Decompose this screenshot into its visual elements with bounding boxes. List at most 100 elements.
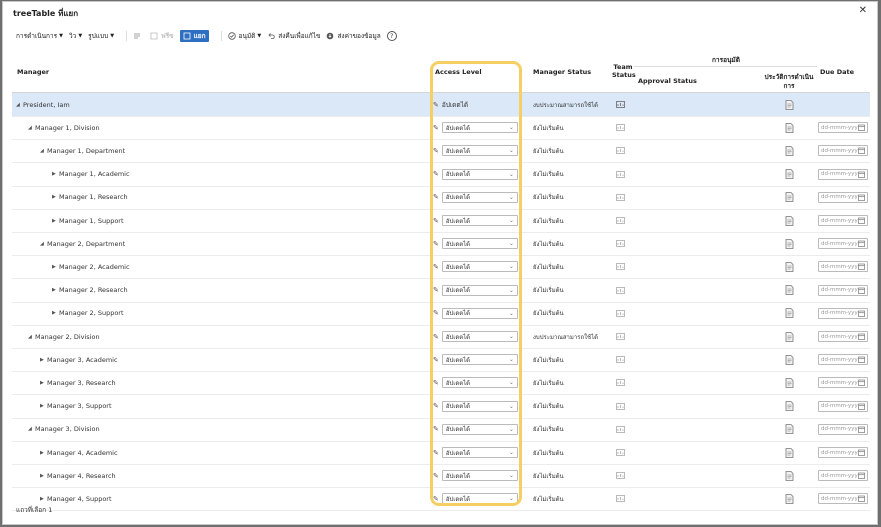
format-menu[interactable]: รูปแบบ ▼ bbox=[88, 31, 114, 41]
history-document-icon[interactable] bbox=[785, 447, 794, 458]
expand-triangle-icon[interactable]: ▶ bbox=[40, 357, 47, 363]
team-status-icon[interactable] bbox=[616, 425, 625, 433]
history-document-icon[interactable] bbox=[785, 470, 794, 481]
approve-menu[interactable]: อนุมัติ ▼ bbox=[227, 31, 261, 41]
table-row[interactable]: ▶ Manager 3, Support ✎ อัปเดตได้ ⌄ ยังไม่เริ่… bbox=[12, 395, 870, 419]
history-document-icon[interactable] bbox=[785, 401, 794, 411]
access-level-select[interactable]: อัปเดตได้ ⌄ bbox=[441, 470, 518, 482]
due-date-input[interactable]: dd-mmm-yyy bbox=[818, 400, 868, 412]
due-date-input[interactable]: dd-mmm-yyy bbox=[818, 447, 868, 458]
table-row[interactable]: ▶ Manager 3, Academic ✎ อัปเดตได้ ⌄ ยังไม่เริ… bbox=[12, 348, 870, 373]
access-level-select[interactable]: อัปเดตได้ ⌄ bbox=[441, 423, 518, 435]
table-row[interactable]: ◢ Manager 1, Department ✎ อัปเดตได้ ⌄ ยังไม่เ… bbox=[12, 139, 870, 164]
table-row[interactable]: ◢ Manager 2, Department ✎ อัปเดตได้ ⌄ ยังไม่เ… bbox=[12, 232, 870, 257]
history-document-icon[interactable] bbox=[785, 192, 794, 203]
due-date-input[interactable]: dd-mmm-yyy bbox=[818, 307, 868, 319]
calendar-icon[interactable] bbox=[858, 240, 865, 248]
due-date-input[interactable]: dd-mmm-yyy bbox=[818, 122, 868, 134]
due-date-input[interactable]: dd-mmm-yyy bbox=[818, 331, 868, 342]
team-status-icon[interactable] bbox=[616, 217, 625, 224]
collapse-triangle-icon[interactable]: ◢ bbox=[28, 334, 35, 340]
send-data-button[interactable]: ส่งค่าของข้อมูล bbox=[326, 31, 381, 41]
team-status-icon[interactable] bbox=[616, 333, 625, 340]
team-status-icon[interactable] bbox=[616, 240, 625, 248]
access-level-select[interactable]: อัปเดตได้ ⌄ bbox=[441, 238, 518, 250]
expand-triangle-icon[interactable]: ▶ bbox=[40, 450, 47, 456]
column-header-team-status[interactable]: Team Status bbox=[612, 63, 636, 79]
access-level-select[interactable]: อัปเดตได้ ⌄ bbox=[441, 191, 518, 203]
table-row[interactable]: ▶ Manager 4, Research ✎ อัปเดตได้ ⌄ ยังไม่เริ… bbox=[12, 464, 870, 489]
table-row[interactable]: ▶ Manager 1, Research ✎ อัปเดตได้ ⌄ ยังไม่เริ… bbox=[12, 186, 870, 210]
detach-button[interactable]: แยก bbox=[179, 30, 209, 42]
access-level-select[interactable]: อัปเดตได้ ⌄ bbox=[441, 400, 518, 412]
table-row[interactable]: ▶ Manager 2, Research ✎ อัปเดตได้ ⌄ ยังไม่เริ… bbox=[12, 279, 870, 303]
team-status-icon[interactable] bbox=[616, 356, 625, 364]
access-level-select[interactable]: อัปเดตได้ ⌄ bbox=[441, 493, 518, 505]
access-level-select[interactable]: อัปเดตได้ ⌄ bbox=[441, 261, 518, 273]
expand-triangle-icon[interactable]: ▶ bbox=[52, 218, 59, 224]
due-date-input[interactable]: dd-mmm-yyy bbox=[818, 191, 868, 203]
team-status-icon[interactable] bbox=[616, 286, 625, 294]
expand-triangle-icon[interactable]: ▶ bbox=[52, 287, 59, 293]
team-status-icon[interactable] bbox=[616, 124, 625, 132]
table-row[interactable]: ◢ President, Iam ✎ อัปเดตได้ งบประมาณสามารถใ… bbox=[12, 93, 870, 117]
history-document-icon[interactable] bbox=[785, 145, 794, 156]
collapse-triangle-icon[interactable]: ◢ bbox=[16, 102, 23, 108]
expand-triangle-icon[interactable]: ▶ bbox=[40, 403, 47, 409]
due-date-input[interactable]: dd-mmm-yyy bbox=[818, 470, 868, 482]
column-header-access-level[interactable]: Access Level bbox=[435, 68, 482, 76]
expand-triangle-icon[interactable]: ▶ bbox=[40, 380, 47, 386]
help-icon[interactable]: ? bbox=[386, 31, 397, 41]
due-date-input[interactable]: dd-mmm-yyy bbox=[818, 261, 868, 273]
access-level-select[interactable]: อัปเดตได้ ⌄ bbox=[441, 215, 518, 226]
calendar-icon[interactable] bbox=[858, 263, 865, 271]
calendar-icon[interactable] bbox=[858, 449, 865, 456]
history-document-icon[interactable] bbox=[785, 215, 794, 226]
access-level-select[interactable]: อัปเดตได้ ⌄ bbox=[441, 447, 518, 458]
calendar-icon[interactable] bbox=[858, 217, 865, 224]
history-document-icon[interactable] bbox=[785, 377, 794, 388]
team-status-icon[interactable] bbox=[616, 379, 625, 387]
expand-triangle-icon[interactable]: ▶ bbox=[52, 194, 59, 200]
due-date-input[interactable]: dd-mmm-yyy bbox=[818, 377, 868, 389]
calendar-icon[interactable] bbox=[858, 426, 865, 433]
expand-triangle-icon[interactable]: ▶ bbox=[40, 496, 47, 502]
due-date-input[interactable]: dd-mmm-yyy bbox=[818, 168, 868, 180]
history-document-icon[interactable] bbox=[785, 261, 794, 272]
team-status-icon[interactable] bbox=[616, 101, 625, 108]
team-status-icon[interactable] bbox=[616, 170, 625, 178]
history-document-icon[interactable] bbox=[785, 99, 794, 110]
team-status-icon[interactable] bbox=[616, 402, 625, 410]
table-row[interactable]: ▶ Manager 2, Academic ✎ อัปเดตได้ ⌄ ยังไม่เริ… bbox=[12, 255, 870, 280]
team-status-icon[interactable] bbox=[616, 263, 625, 271]
column-header-history[interactable]: ประวัติการดำเนินการ bbox=[764, 73, 814, 91]
collapse-triangle-icon[interactable]: ◢ bbox=[28, 426, 35, 432]
column-header-due-date[interactable]: Due Date bbox=[820, 68, 854, 76]
calendar-icon[interactable] bbox=[858, 171, 865, 178]
access-level-select[interactable]: อัปเดตได้ ⌄ bbox=[441, 307, 518, 319]
history-document-icon[interactable] bbox=[785, 493, 794, 504]
table-row[interactable]: ▶ Manager 4, Support ✎ อัปเดตได้ ⌄ ยังไม่เริ่… bbox=[12, 487, 870, 512]
collapse-triangle-icon[interactable]: ◢ bbox=[40, 148, 47, 154]
history-document-icon[interactable] bbox=[785, 169, 794, 179]
history-document-icon[interactable] bbox=[785, 308, 794, 319]
access-level-select[interactable]: อัปเดตได้ ⌄ bbox=[441, 122, 518, 134]
expand-triangle-icon[interactable]: ▶ bbox=[52, 171, 59, 177]
history-document-icon[interactable] bbox=[785, 285, 794, 295]
column-header-manager-status[interactable]: Manager Status bbox=[533, 68, 591, 76]
view-menu[interactable]: วิว ▼ bbox=[69, 31, 82, 41]
team-status-icon[interactable] bbox=[616, 193, 625, 201]
team-status-icon[interactable] bbox=[616, 449, 625, 456]
table-row[interactable]: ▶ Manager 1, Academic ✎ อัปเดตได้ ⌄ ยังไม่เริ… bbox=[12, 163, 870, 187]
table-row[interactable]: ◢ Manager 3, Division ✎ อัปเดตได้ ⌄ ยังไม่เริ… bbox=[12, 418, 870, 442]
freeze-button[interactable]: ฟรีซ bbox=[150, 31, 174, 41]
due-date-input[interactable]: dd-mmm-yyy bbox=[818, 215, 868, 226]
calendar-icon[interactable] bbox=[858, 147, 865, 155]
table-row[interactable]: ▶ Manager 4, Academic ✎ อัปเดตได้ ⌄ ยังไม่เริ… bbox=[12, 441, 870, 465]
expand-triangle-icon[interactable]: ▶ bbox=[52, 264, 59, 270]
access-level-select[interactable]: อัปเดตได้ ⌄ bbox=[441, 145, 518, 157]
access-level-select[interactable]: อัปเดตได้ ⌄ bbox=[441, 284, 518, 296]
team-status-icon[interactable] bbox=[616, 495, 625, 503]
calendar-icon[interactable] bbox=[858, 194, 865, 201]
column-header-manager[interactable]: Manager bbox=[17, 68, 49, 76]
